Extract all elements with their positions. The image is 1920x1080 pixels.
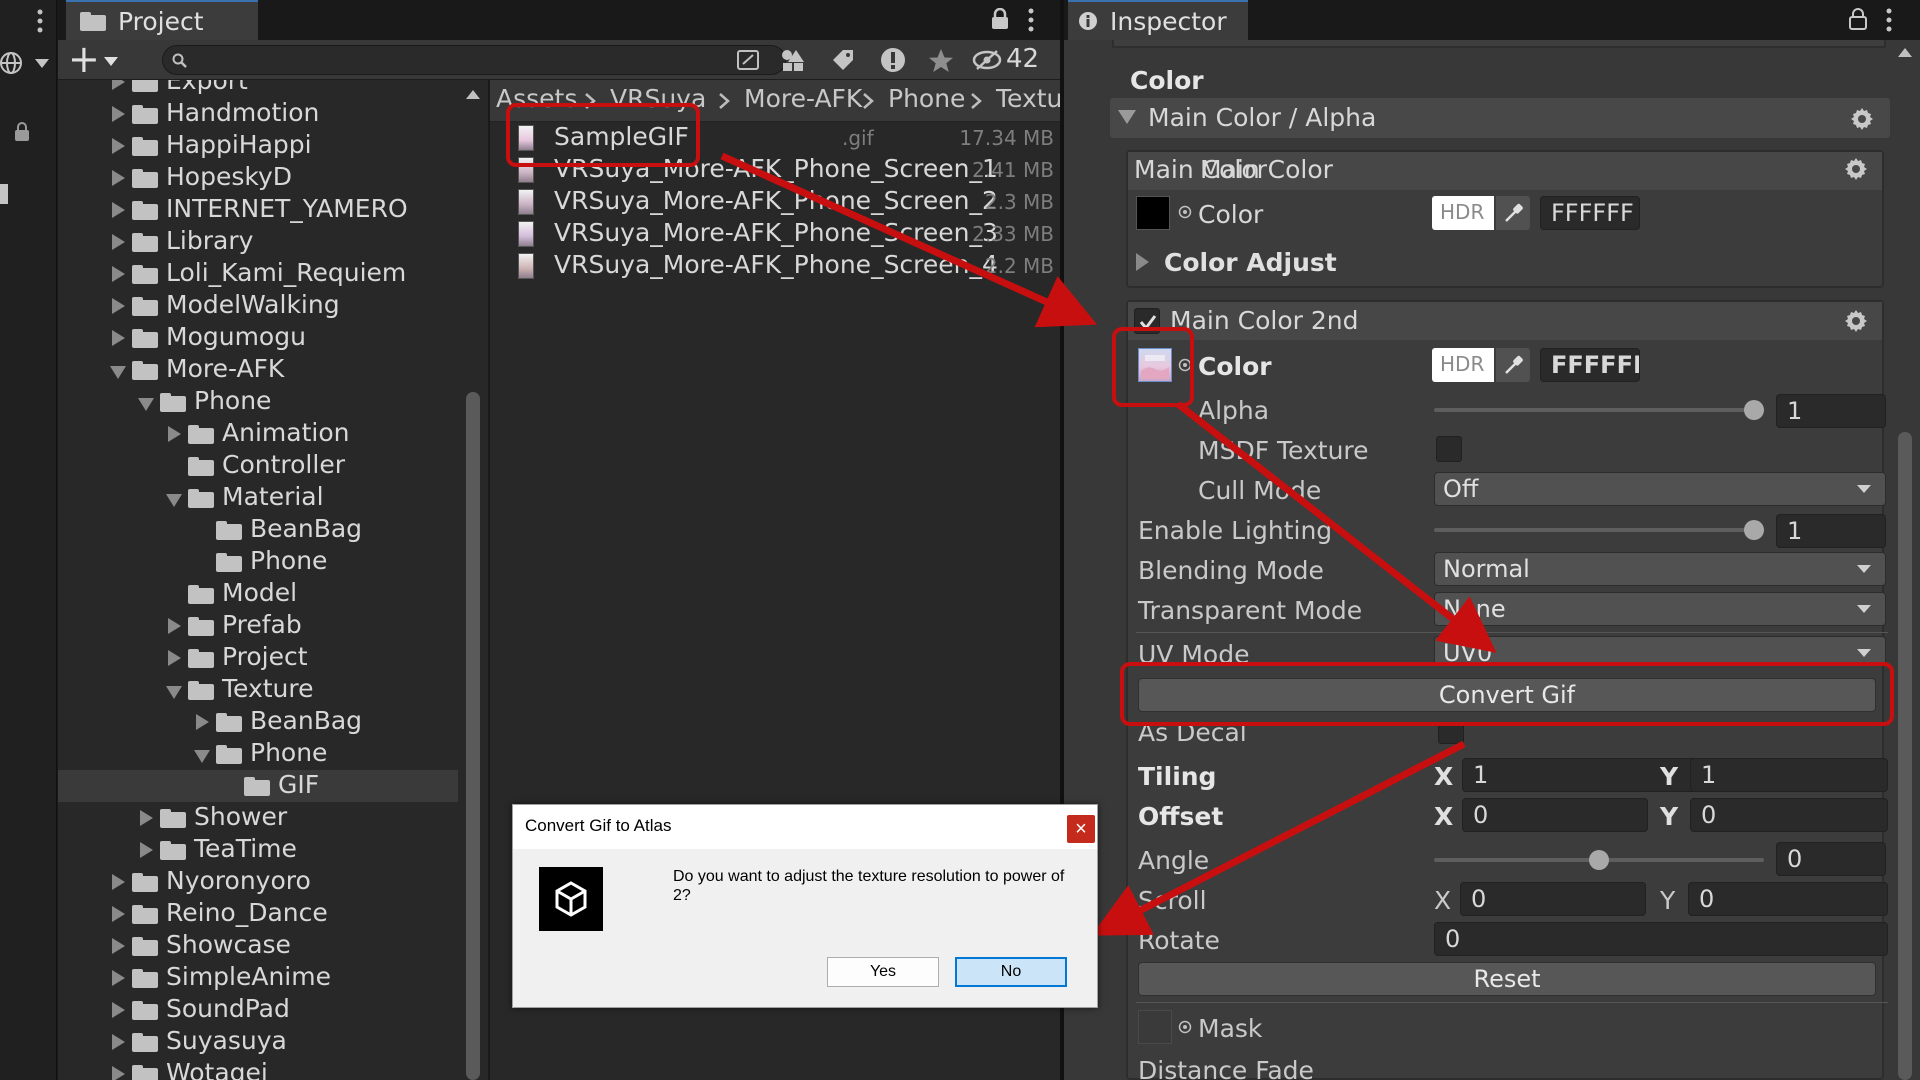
- unity-logo: [539, 867, 603, 931]
- dialog-no-button[interactable]: No: [955, 957, 1067, 987]
- no-label: No: [1001, 963, 1021, 981]
- dialog-close-button[interactable]: ×: [1067, 815, 1095, 843]
- dialog-titlebar: Convert Gif to Atlas ×: [513, 805, 1097, 849]
- convert-gif-dialog: Convert Gif to Atlas × Do you want to ad…: [512, 804, 1098, 1008]
- yes-label: Yes: [870, 963, 896, 981]
- dialog-message: Do you want to adjust the texture resolu…: [673, 867, 1083, 905]
- unity-logo-icon: [553, 881, 589, 917]
- close-icon: ×: [1075, 819, 1087, 839]
- arrow-to-dialog-no: [1110, 744, 1464, 926]
- arrow-to-convert-gif: [1178, 404, 1480, 640]
- dialog-yes-button[interactable]: Yes: [827, 957, 939, 987]
- arrow-to-color-slot: [722, 156, 1078, 316]
- dialog-title: Convert Gif to Atlas: [525, 816, 671, 836]
